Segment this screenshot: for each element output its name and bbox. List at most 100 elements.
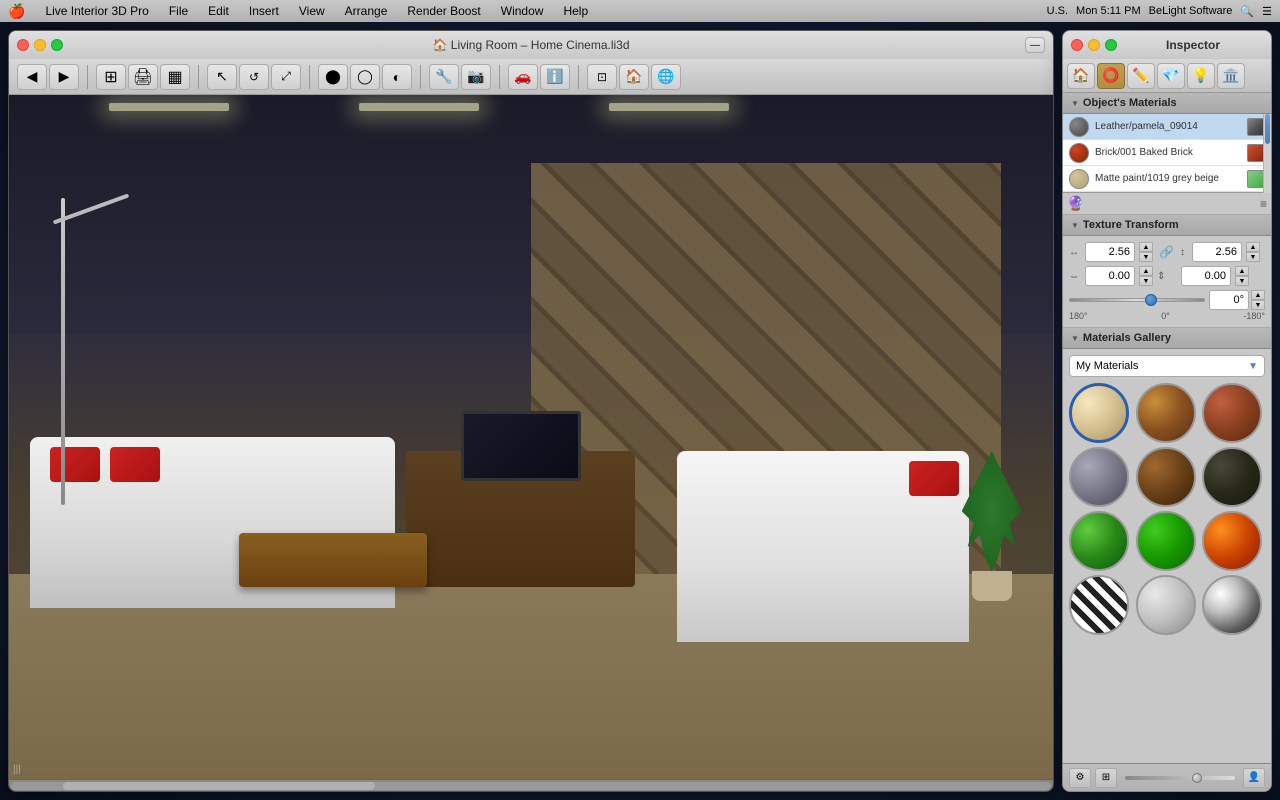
sphere-wood-medium[interactable] xyxy=(1136,447,1196,507)
menu-icon[interactable]: ☰ xyxy=(1262,5,1272,18)
sphere-wood-light[interactable] xyxy=(1136,383,1196,443)
scale-x-down[interactable]: ▼ xyxy=(1139,252,1153,262)
sphere-fire[interactable] xyxy=(1202,511,1262,571)
forward-btn[interactable]: ▶ xyxy=(49,64,79,90)
material-item-2[interactable]: Matte paint/1019 grey beige xyxy=(1063,166,1271,192)
offset-x-stepper[interactable]: ▲ ▼ xyxy=(1139,266,1153,286)
sphere-dark[interactable] xyxy=(1202,447,1262,507)
back-btn[interactable]: ◀ xyxy=(17,64,47,90)
scroll-thumb[interactable] xyxy=(63,782,375,790)
rotation-thumb[interactable] xyxy=(1145,294,1157,306)
menubar-app[interactable]: Live Interior 3D Pro xyxy=(41,4,152,18)
scale-y-input[interactable] xyxy=(1192,242,1242,262)
insp-settings-btn[interactable]: ⚙ xyxy=(1069,768,1091,788)
inspector-minimize[interactable] xyxy=(1088,39,1100,51)
sphere-chrome[interactable] xyxy=(1202,575,1262,635)
window-resize-btn[interactable]: — xyxy=(1025,37,1045,53)
insp-tab-scene[interactable]: 🏛️ xyxy=(1217,63,1245,89)
wand-tool[interactable]: 🔧 xyxy=(429,64,459,90)
insp-slider-thumb[interactable] xyxy=(1192,773,1202,783)
search-icon[interactable]: 🔍 xyxy=(1240,5,1254,18)
separator-1 xyxy=(87,65,88,89)
menubar-edit[interactable]: Edit xyxy=(204,4,233,18)
offset-y-up[interactable]: ▲ xyxy=(1235,266,1249,276)
menubar-insert[interactable]: Insert xyxy=(245,4,283,18)
plant xyxy=(962,451,1022,601)
scale-x-stepper[interactable]: ▲ ▼ xyxy=(1139,242,1153,262)
half-ring-tool[interactable]: ◐ xyxy=(382,64,412,90)
inspector-maximize[interactable] xyxy=(1105,39,1117,51)
objects-materials-header: ▼ Object's Materials xyxy=(1063,93,1271,114)
split-view-btn[interactable]: ⊡ xyxy=(587,64,617,90)
scale-x-up[interactable]: ▲ xyxy=(1139,242,1153,252)
home-view-btn[interactable]: 🏠 xyxy=(619,64,649,90)
close-button[interactable] xyxy=(17,39,29,51)
offset-y-stepper[interactable]: ▲ ▼ xyxy=(1235,266,1249,286)
maximize-button[interactable] xyxy=(51,39,63,51)
menubar-help[interactable]: Help xyxy=(559,4,592,18)
apple-menu[interactable]: 🍎 xyxy=(8,3,25,20)
scale-x-input[interactable] xyxy=(1085,242,1135,262)
insp-grid-btn[interactable]: ⊞ xyxy=(1095,768,1117,788)
materials-scrollbar-thumb[interactable] xyxy=(1265,114,1270,144)
viewport-scrollbar[interactable] xyxy=(9,779,1053,791)
offset-x-input[interactable] xyxy=(1085,266,1135,286)
car-btn[interactable]: 🚗 xyxy=(508,64,538,90)
list-options-icon[interactable]: ≡ xyxy=(1260,197,1267,211)
scale-y-down[interactable]: ▼ xyxy=(1246,252,1260,262)
sphere-zebra[interactable] xyxy=(1069,575,1129,635)
sphere-spots[interactable] xyxy=(1136,575,1196,635)
insp-person-btn[interactable]: 👤 xyxy=(1243,768,1265,788)
render-btn[interactable]: 🖨 xyxy=(128,64,158,90)
offset-y-input[interactable] xyxy=(1181,266,1231,286)
materials-scrollbar[interactable] xyxy=(1263,114,1271,193)
menubar-file[interactable]: File xyxy=(165,4,192,18)
select-tool[interactable]: ↖ xyxy=(207,64,237,90)
insp-tab-material[interactable]: ⭕ xyxy=(1097,63,1125,89)
rotation-slider[interactable] xyxy=(1069,292,1205,308)
rotation-input[interactable] xyxy=(1209,290,1249,310)
camera-tool[interactable]: 📷 xyxy=(461,64,491,90)
floorplan-btn[interactable]: ⊞ xyxy=(96,64,126,90)
exterior-btn[interactable]: 🌐 xyxy=(651,64,681,90)
scale-y-up[interactable]: ▲ xyxy=(1246,242,1260,252)
offset-x-up[interactable]: ▲ xyxy=(1139,266,1153,276)
coffee-table xyxy=(239,533,427,588)
insp-size-slider[interactable] xyxy=(1125,771,1235,785)
sphere-brick[interactable] xyxy=(1202,383,1262,443)
sphere-green-bright[interactable] xyxy=(1136,511,1196,571)
insp-tab-edit[interactable]: ✏️ xyxy=(1127,63,1155,89)
rotate-tool[interactable]: ↺ xyxy=(239,64,269,90)
sphere-green-matte[interactable] xyxy=(1069,511,1129,571)
rotation-stepper[interactable]: ▲ ▼ xyxy=(1251,290,1265,310)
minimize-button[interactable] xyxy=(34,39,46,51)
insp-tab-light[interactable]: 💡 xyxy=(1187,63,1215,89)
3d-btn[interactable]: ▦ xyxy=(160,64,190,90)
scroll-track[interactable] xyxy=(11,782,1051,790)
material-item-1[interactable]: Brick/001 Baked Brick xyxy=(1063,140,1271,166)
ring-tool[interactable]: ◯ xyxy=(350,64,380,90)
rotation-down[interactable]: ▼ xyxy=(1251,300,1265,310)
inspector-close[interactable] xyxy=(1071,39,1083,51)
info-btn[interactable]: ℹ️ xyxy=(540,64,570,90)
sphere-tool[interactable]: ⬤ xyxy=(318,64,348,90)
menubar-render[interactable]: Render Boost xyxy=(403,4,484,18)
wand-icon[interactable]: 🔮 xyxy=(1067,195,1084,212)
sphere-cream[interactable] xyxy=(1069,383,1129,443)
offset-y-down[interactable]: ▼ xyxy=(1235,276,1249,286)
insp-tab-object[interactable]: 🏠 xyxy=(1067,63,1095,89)
menubar-view[interactable]: View xyxy=(295,4,329,18)
rotation-up[interactable]: ▲ xyxy=(1251,290,1265,300)
swatch-1 xyxy=(1069,143,1089,163)
viewport[interactable]: ||| xyxy=(9,95,1053,779)
sphere-stone[interactable] xyxy=(1069,447,1129,507)
insp-tab-texture[interactable]: 💎 xyxy=(1157,63,1185,89)
menubar-arrange[interactable]: Arrange xyxy=(341,4,392,18)
offset-x-down[interactable]: ▼ xyxy=(1139,276,1153,286)
inspector-panel: Inspector 🏠 ⭕ ✏️ 💎 💡 🏛️ ▼ Object's Mater… xyxy=(1062,30,1272,792)
move-tool[interactable]: ⤢ xyxy=(271,64,301,90)
scale-y-stepper[interactable]: ▲ ▼ xyxy=(1246,242,1260,262)
gallery-dropdown[interactable]: My Materials ▼ xyxy=(1069,355,1265,377)
material-item-0[interactable]: Leather/pamela_09014 xyxy=(1063,114,1271,140)
menubar-window[interactable]: Window xyxy=(497,4,548,18)
